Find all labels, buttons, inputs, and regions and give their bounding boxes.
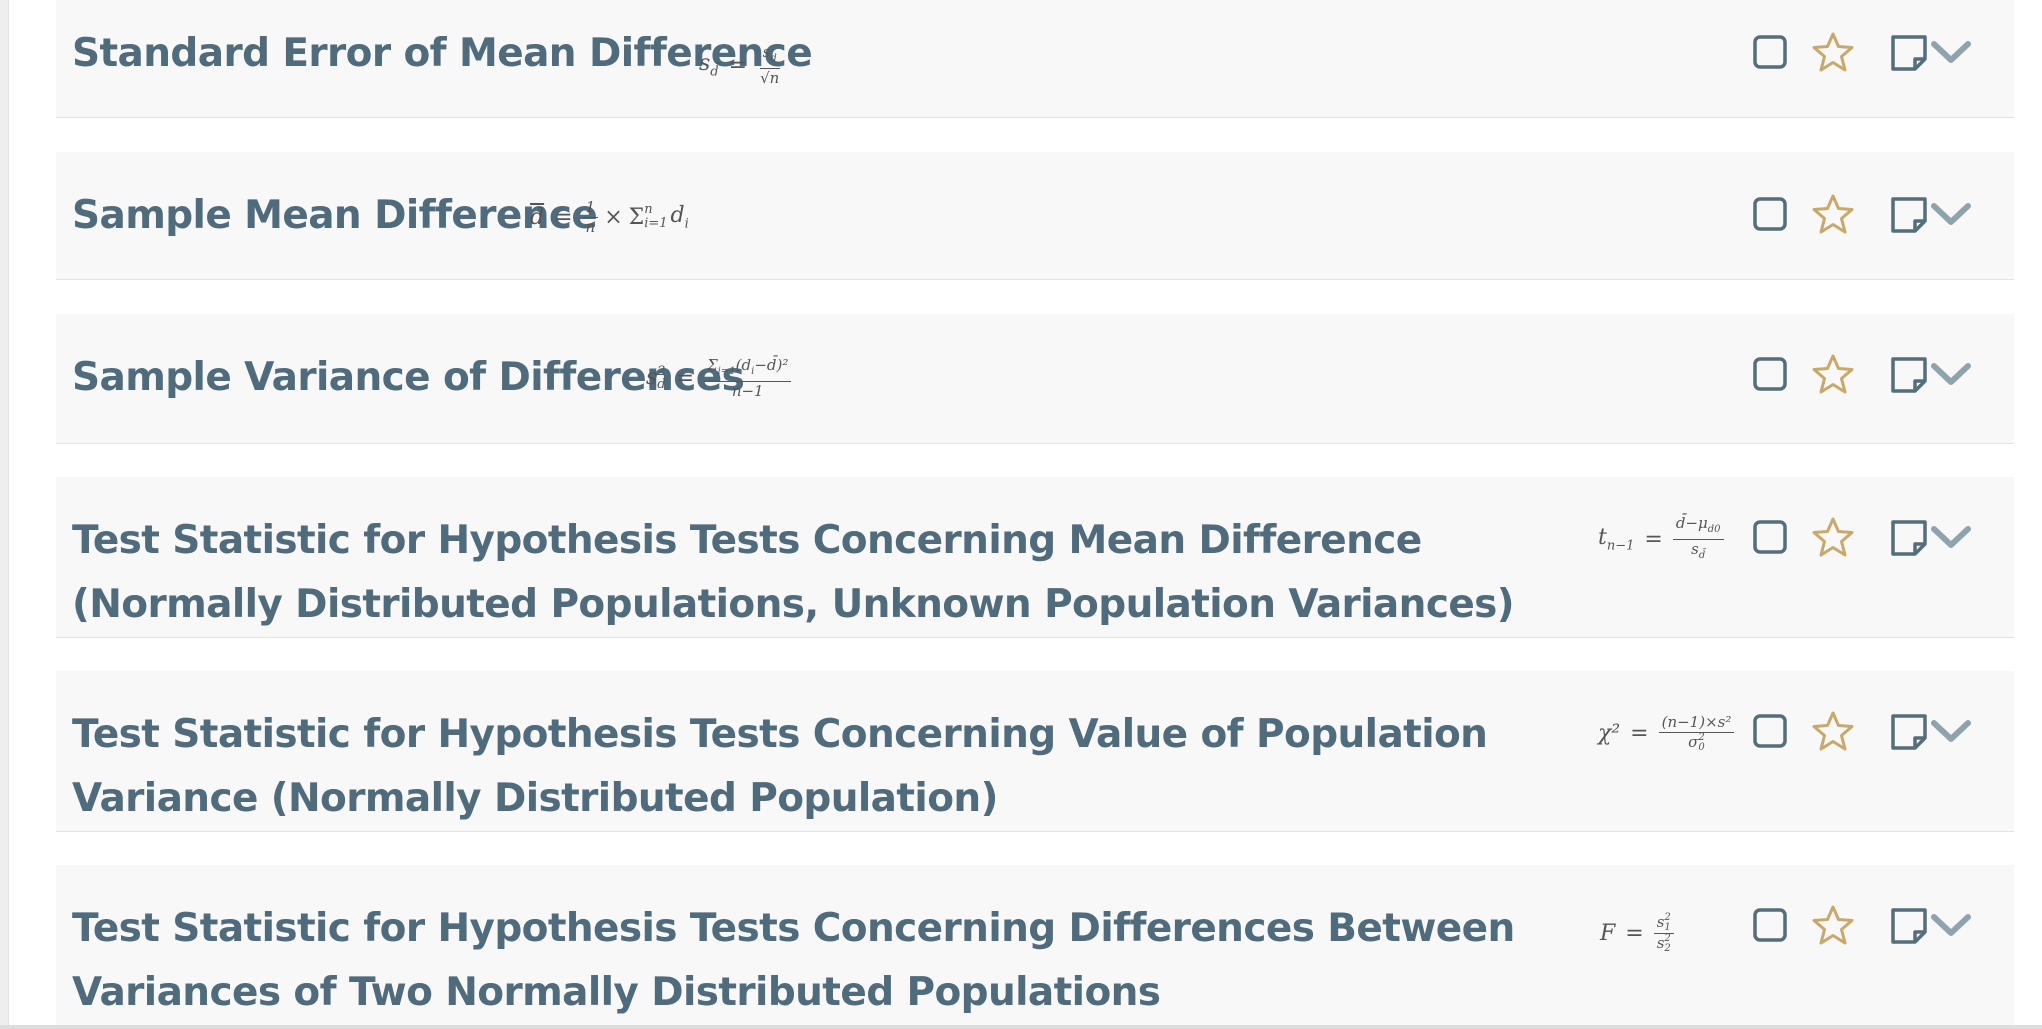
formula-actions xyxy=(1748,709,2018,769)
checkbox-icon[interactable] xyxy=(1748,903,1794,949)
note-icon[interactable] xyxy=(1886,352,1932,398)
chevron-down-icon[interactable] xyxy=(1928,903,1974,949)
formula-card[interactable]: Sample Mean Difference d = 1n × Σn i=1 di xyxy=(56,152,2014,280)
formula-expression: s 2 d = Σi=1(di−d̄)² n−1 xyxy=(646,350,792,406)
checkbox-icon[interactable] xyxy=(1748,515,1794,561)
formula-actions xyxy=(1748,515,2018,575)
formula-actions xyxy=(1748,30,2018,90)
star-icon[interactable] xyxy=(1810,192,1856,238)
formula-expression: d = 1n × Σn i=1 di xyxy=(530,197,689,236)
note-icon[interactable] xyxy=(1886,192,1932,238)
checkbox-icon[interactable] xyxy=(1748,352,1794,398)
note-icon[interactable] xyxy=(1886,30,1932,76)
star-icon[interactable] xyxy=(1810,30,1856,76)
chevron-down-icon[interactable] xyxy=(1928,30,1974,76)
formula-expression: F = s21s22 xyxy=(1600,903,1674,963)
formula-card[interactable]: Standard Error of Mean Difference sd̄ = s… xyxy=(56,0,2014,118)
chevron-down-icon[interactable] xyxy=(1928,709,1974,755)
formula-title: Test Statistic for Hypothesis Tests Conc… xyxy=(72,712,1488,821)
formula-actions xyxy=(1748,903,2018,963)
formula-title: Sample Mean Difference xyxy=(72,193,598,238)
formula-actions xyxy=(1748,352,2018,412)
note-icon[interactable] xyxy=(1886,709,1932,755)
formula-card[interactable]: Test Statistic for Hypothesis Tests Conc… xyxy=(56,671,2014,832)
checkbox-icon[interactable] xyxy=(1748,30,1794,76)
formula-card[interactable]: Test Statistic for Hypothesis Tests Conc… xyxy=(56,477,2014,638)
star-icon[interactable] xyxy=(1810,515,1856,561)
formula-title: Sample Variance of Differences xyxy=(72,355,745,400)
star-icon[interactable] xyxy=(1810,352,1856,398)
formula-expression: tn−1 = d̄−μd0 sd̄ xyxy=(1598,509,1724,569)
formula-card[interactable]: Test Statistic for Hypothesis Tests Conc… xyxy=(56,865,2014,1029)
note-icon[interactable] xyxy=(1886,903,1932,949)
page-left-border xyxy=(0,0,9,1029)
chevron-down-icon[interactable] xyxy=(1928,515,1974,561)
chevron-down-icon[interactable] xyxy=(1928,352,1974,398)
checkbox-icon[interactable] xyxy=(1748,192,1794,238)
formula-expression: sd̄ = sd √n xyxy=(699,42,780,87)
note-icon[interactable] xyxy=(1886,515,1932,561)
star-icon[interactable] xyxy=(1810,709,1856,755)
checkbox-icon[interactable] xyxy=(1748,709,1794,755)
star-icon[interactable] xyxy=(1810,903,1856,949)
formula-card[interactable]: Sample Variance of Differences s 2 d = Σi=1… xyxy=(56,314,2014,444)
formula-actions xyxy=(1748,192,2018,252)
formula-title: Test Statistic for Hypothesis Tests Conc… xyxy=(72,518,1515,627)
chevron-down-icon[interactable] xyxy=(1928,192,1974,238)
formula-expression: χ² = (n−1)×s² σ 2 0 xyxy=(1598,703,1735,763)
page-bottom-border xyxy=(0,1025,2042,1029)
formula-title: Test Statistic for Hypothesis Tests Conc… xyxy=(72,906,1515,1015)
